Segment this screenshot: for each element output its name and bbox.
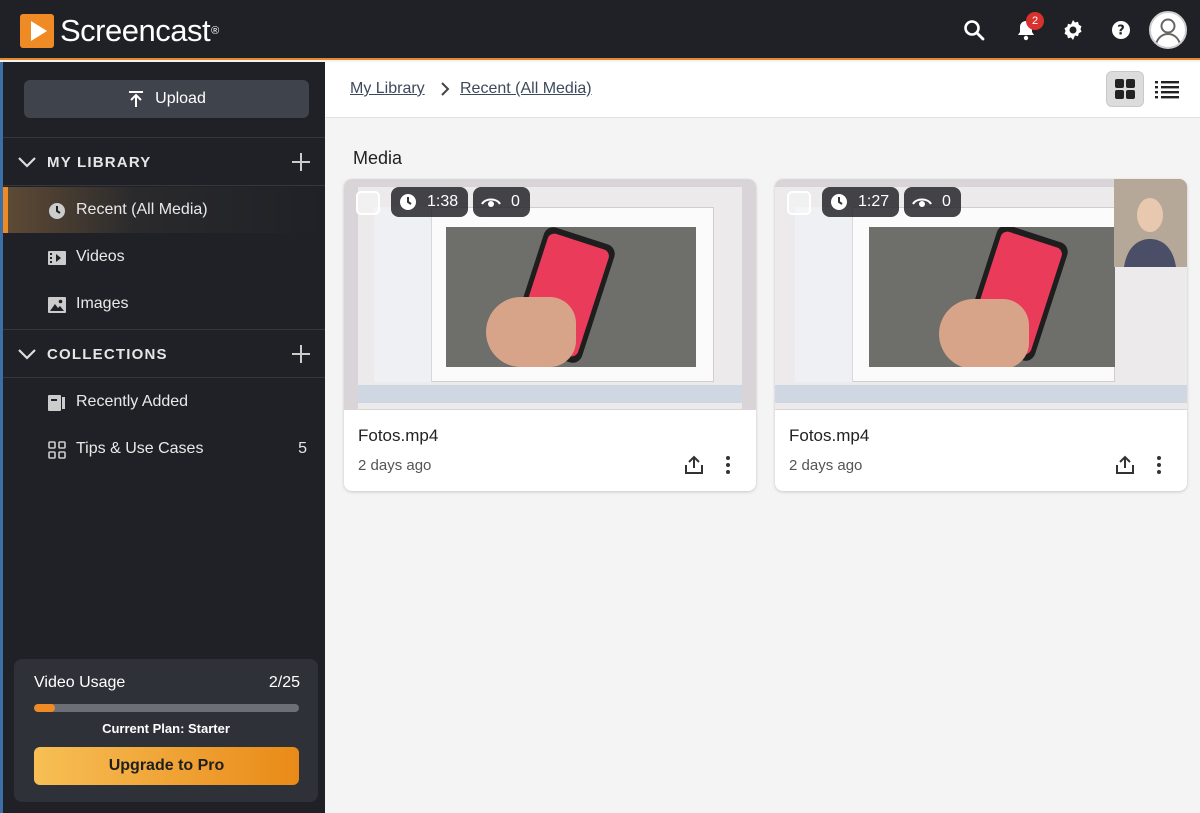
divider — [3, 377, 325, 378]
video-thumbnail[interactable]: 1:27 0 — [775, 179, 1187, 410]
help-icon[interactable]: ? — [1109, 18, 1133, 42]
webcam-overlay — [1114, 179, 1187, 267]
duration: 1:27 — [858, 193, 890, 210]
hand-image — [939, 299, 1029, 367]
sidebar-item-label: Tips & Use Cases — [76, 440, 204, 457]
registered-mark: ® — [211, 25, 220, 37]
eye-icon — [481, 198, 501, 207]
usage-count: 2/25 — [268, 674, 300, 691]
media-card[interactable]: 1:38 0 Fotos.mp4 2 days ago — [344, 179, 756, 491]
logo-play-icon — [20, 14, 54, 48]
duration-badge: 1:38 — [391, 187, 469, 217]
sidebar: Upload MY LIBRARY Recent (All Media) Vid… — [0, 62, 325, 813]
image-icon — [48, 297, 66, 313]
views-badge: 0 — [473, 187, 530, 217]
share-icon[interactable] — [684, 455, 704, 475]
sidebar-item-tips[interactable]: Tips & Use Cases 5 — [3, 426, 325, 472]
user-avatar[interactable] — [1149, 11, 1187, 49]
thumbnail-dock — [358, 385, 742, 403]
divider — [3, 137, 325, 138]
thumbnail-dock — [775, 385, 1187, 403]
usage-progress-fill — [34, 704, 56, 712]
hand-image — [486, 297, 576, 367]
add-collection-icon[interactable] — [291, 344, 311, 364]
top-bar: Screencast ® 2 ? — [0, 0, 1200, 60]
chevron-right-icon — [441, 82, 450, 96]
grid-view-icon — [1115, 79, 1135, 99]
app-logo[interactable]: Screencast ® — [20, 13, 219, 49]
views-badge: 0 — [904, 187, 961, 217]
upgrade-button[interactable]: Upgrade to Pro — [34, 747, 299, 785]
gear-icon[interactable] — [1061, 18, 1085, 42]
main-content: My Library Recent (All Media) Media 1:38… — [325, 62, 1200, 813]
thumbnail-sidebar — [795, 207, 853, 382]
more-options-icon[interactable] — [1155, 456, 1163, 474]
eye-icon — [912, 198, 932, 207]
media-title[interactable]: Fotos.mp4 — [358, 426, 438, 446]
media-date: 2 days ago — [789, 457, 863, 474]
my-library-header[interactable]: MY LIBRARY — [3, 139, 325, 185]
select-checkbox[interactable] — [356, 191, 380, 215]
breadcrumb-recent[interactable]: Recent (All Media) — [460, 80, 592, 98]
search-icon[interactable] — [962, 18, 986, 42]
breadcrumb-my-library[interactable]: My Library — [350, 80, 425, 98]
media-title[interactable]: Fotos.mp4 — [789, 426, 869, 446]
video-thumbnail[interactable]: 1:38 0 — [344, 179, 756, 410]
breadcrumb: My Library Recent (All Media) — [325, 62, 1200, 118]
user-icon — [1155, 18, 1181, 45]
sidebar-item-recently-added[interactable]: Recently Added — [3, 379, 325, 425]
current-plan: Current Plan: Starter — [102, 721, 230, 736]
sidebar-item-label: Recent (All Media) — [76, 201, 208, 218]
more-options-icon[interactable] — [724, 456, 732, 474]
divider — [3, 185, 325, 186]
grid-icon — [48, 441, 66, 459]
share-icon[interactable] — [1115, 455, 1135, 475]
view-count: 0 — [942, 193, 951, 210]
sidebar-item-images[interactable]: Images — [3, 281, 325, 327]
select-checkbox[interactable] — [787, 191, 811, 215]
duration: 1:38 — [427, 193, 459, 210]
thumbnail-photo — [869, 227, 1115, 367]
sidebar-item-label: Images — [76, 295, 129, 312]
thumbnail-sidebar — [374, 207, 432, 382]
add-folder-icon[interactable] — [291, 152, 311, 172]
my-library-title: MY LIBRARY — [47, 153, 152, 171]
upload-label: Upload — [155, 90, 206, 107]
media-date: 2 days ago — [358, 457, 432, 474]
webcam-person-image — [1114, 179, 1187, 267]
clock-icon — [400, 194, 416, 210]
item-count: 5 — [298, 440, 307, 457]
usage-title: Video Usage — [34, 674, 126, 691]
upload-icon — [129, 91, 144, 107]
collections-header[interactable]: COLLECTIONS — [3, 331, 325, 377]
divider — [3, 329, 325, 330]
sidebar-item-videos[interactable]: Videos — [3, 234, 325, 280]
sidebar-item-label: Videos — [76, 248, 125, 265]
notification-badge: 2 — [1026, 12, 1044, 30]
sidebar-item-recent[interactable]: Recent (All Media) — [3, 187, 325, 233]
view-count: 0 — [511, 193, 520, 210]
video-usage-panel: Video Usage 2/25 Current Plan: Starter U… — [14, 659, 318, 802]
collection-icon — [48, 395, 65, 411]
list-view-icon[interactable] — [1155, 79, 1179, 99]
film-icon — [48, 251, 66, 265]
thumbnail-photo — [446, 227, 696, 367]
collections-title: COLLECTIONS — [47, 345, 168, 363]
grid-view-button[interactable] — [1106, 71, 1144, 107]
section-title: Media — [353, 148, 403, 168]
clock-icon — [49, 203, 65, 219]
svg-text:?: ? — [1117, 24, 1125, 39]
duration-badge: 1:27 — [822, 187, 900, 217]
chevron-down-icon[interactable] — [17, 348, 37, 360]
media-card[interactable]: 1:27 0 Fotos.mp4 2 days ago — [775, 179, 1187, 491]
chevron-down-icon[interactable] — [17, 156, 37, 168]
app-name: Screencast — [60, 13, 211, 48]
upload-button[interactable]: Upload — [24, 80, 309, 118]
sidebar-item-label: Recently Added — [76, 393, 189, 410]
usage-progress-bar — [34, 704, 299, 712]
clock-icon — [831, 194, 847, 210]
